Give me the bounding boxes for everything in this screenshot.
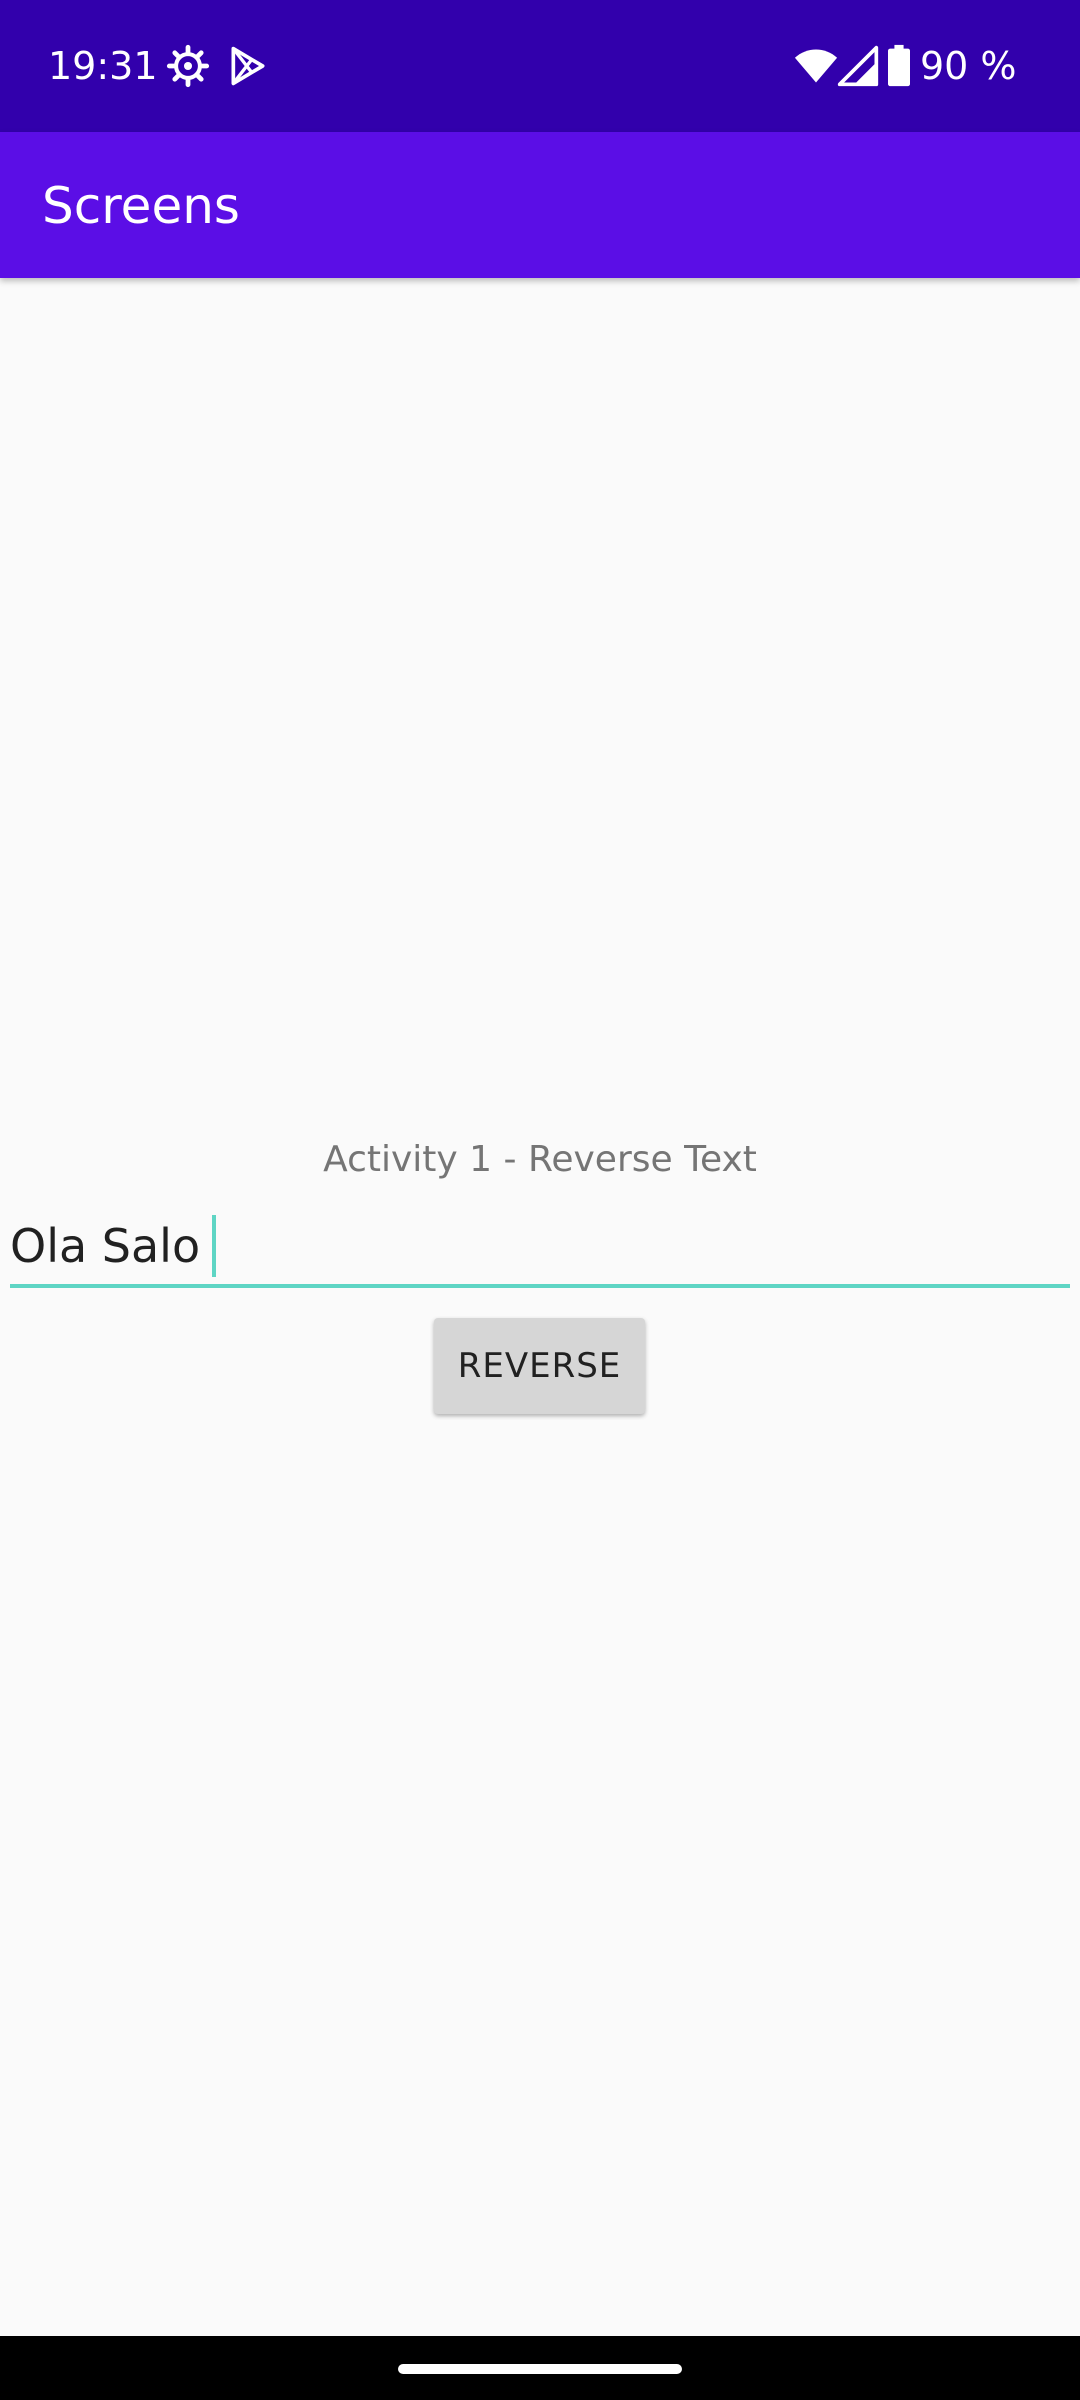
settings-gear-icon bbox=[166, 44, 210, 88]
app-bar: Screens bbox=[0, 132, 1080, 278]
app-title: Screens bbox=[42, 177, 240, 235]
reverse-button[interactable]: REVERSE bbox=[434, 1318, 645, 1414]
text-input-text: Ola Salo bbox=[10, 1219, 201, 1273]
text-cursor bbox=[212, 1214, 217, 1277]
home-gesture-handle[interactable] bbox=[398, 2364, 682, 2374]
play-store-icon bbox=[226, 44, 270, 88]
wifi-icon bbox=[794, 44, 838, 88]
screen: 19:31 90 % Screens Activity 1 - Reverse … bbox=[0, 0, 1080, 2400]
battery-icon bbox=[884, 44, 914, 88]
text-input[interactable]: Ola Salo bbox=[10, 1204, 1070, 1288]
status-time: 19:31 bbox=[48, 44, 158, 88]
text-input-value[interactable]: Ola Salo bbox=[10, 1214, 217, 1281]
battery-percentage: 90 % bbox=[920, 44, 1017, 88]
navigation-bar bbox=[0, 2336, 1080, 2400]
status-bar: 19:31 90 % bbox=[0, 0, 1080, 132]
cell-signal-icon bbox=[836, 44, 880, 88]
activity-label: Activity 1 - Reverse Text bbox=[323, 1139, 757, 1180]
